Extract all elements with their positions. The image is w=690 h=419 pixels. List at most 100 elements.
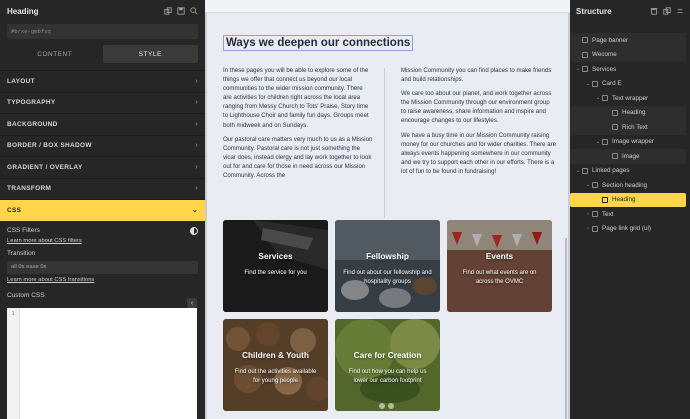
chevron-right-icon[interactable]: ›	[584, 211, 592, 217]
structure-node-label: Rich Text	[622, 123, 648, 131]
card-description: Find out the activities available for yo…	[234, 369, 317, 384]
element-type-icon	[612, 109, 618, 116]
element-type-icon	[602, 138, 608, 145]
transition-input[interactable]: all 0s ease 0s	[7, 260, 198, 274]
structure-node-label: Heading	[612, 196, 636, 204]
structure-node-label: Heading	[622, 109, 646, 117]
linked-pages-section: Ways we deepen our connections In these …	[207, 13, 568, 419]
coffee-cups-image	[335, 220, 440, 312]
chevron-down-icon[interactable]: ⌄	[584, 81, 592, 87]
structure-node[interactable]: ⌄ Services	[570, 62, 690, 77]
chevron-down-icon: ⌄	[191, 207, 198, 215]
bunting-image	[447, 220, 552, 312]
structure-node[interactable]: ⌄ Linked pages	[570, 164, 690, 179]
structure-node-label: Linked pages	[592, 167, 630, 175]
carousel-dot[interactable]	[388, 403, 394, 409]
trash-icon[interactable]	[650, 7, 658, 15]
structure-node[interactable]: › Page link grid (ul)	[570, 222, 690, 237]
canvas-scrollbar[interactable]	[565, 238, 567, 419]
structure-node[interactable]: Image	[570, 149, 686, 164]
transition-label: Transition	[7, 249, 36, 257]
card-title: Children & Youth	[242, 350, 309, 360]
search-icon[interactable]	[190, 7, 198, 15]
structure-node[interactable]: Page banner	[570, 33, 686, 48]
copy-icon[interactable]	[164, 7, 172, 15]
chevron-right-icon: ›	[195, 185, 198, 193]
card-title: Care for Creation	[353, 350, 422, 360]
structure-node-label: Text wrapper	[612, 94, 649, 102]
custom-css-label: Custom CSS	[7, 292, 45, 299]
chevron-down-icon[interactable]: ⌄	[584, 182, 592, 188]
css-filters-link[interactable]: Learn more about CSS filters	[7, 238, 198, 248]
element-type-icon	[582, 66, 588, 73]
carousel-dot[interactable]	[379, 403, 385, 409]
structure-node-label: Services	[592, 65, 617, 73]
chevron-right-icon[interactable]: ›	[584, 226, 592, 232]
card-description: Find out about our fellowship and hospit…	[343, 270, 432, 285]
chevron-down-icon[interactable]: ⌄	[594, 139, 602, 145]
structure-node[interactable]: Heading	[570, 192, 686, 207]
tab-style[interactable]: STYLE	[102, 45, 198, 63]
page-link-card-fellowship[interactable]: Fellowship Find out about our fellowship…	[335, 220, 440, 312]
page-link-card-events[interactable]: Events Find out what events are on acros…	[447, 220, 552, 312]
section-gradient-overlay[interactable]: GRADIENT / OVERLAY ›	[0, 156, 205, 178]
section-transform[interactable]: TRANSFORM ›	[0, 177, 205, 200]
chevron-right-icon: ›	[195, 99, 198, 107]
custom-css-editor[interactable]: 1	[7, 308, 197, 419]
chevron-right-icon: ›	[195, 120, 198, 128]
collapse-all-icon[interactable]	[676, 7, 684, 15]
card-description: Find out how you can help us lower our c…	[348, 369, 427, 384]
structure-node[interactable]: ⌄ Text wrapper	[570, 91, 690, 106]
section-css[interactable]: CSS ⌄	[0, 199, 205, 221]
page-link-card-care-for-creation[interactable]: Care for Creation Find out how you can h…	[335, 319, 440, 411]
css-transitions-link[interactable]: Learn more about CSS transitions	[7, 277, 198, 287]
chevron-down-icon[interactable]: ⌄	[574, 168, 582, 174]
card-title: Events	[485, 251, 514, 261]
element-id-field[interactable]: #brxe-gmbfsq	[7, 24, 198, 39]
collapse-left-icon[interactable]: ‹	[187, 298, 197, 308]
element-type-icon	[612, 153, 618, 160]
chevron-right-icon: ›	[195, 163, 198, 171]
element-type-icon	[612, 124, 618, 131]
copy-icon[interactable]	[663, 7, 671, 15]
structure-node[interactable]: › Text	[570, 207, 690, 222]
save-icon[interactable]	[177, 7, 185, 15]
paragraph: In these pages you will be able to explo…	[223, 67, 369, 129]
structure-node[interactable]: Heading	[570, 105, 686, 120]
teddy-bears-image	[223, 319, 328, 411]
page-link-card-children-youth[interactable]: Children & Youth Find out the activities…	[223, 319, 328, 411]
panel-title: Heading	[7, 6, 39, 16]
element-type-icon	[592, 182, 598, 189]
structure-node[interactable]: ⌄ Card E	[570, 77, 690, 92]
contrast-icon[interactable]	[190, 226, 198, 235]
structure-node[interactable]: Wecome	[570, 47, 686, 62]
section-border-box-shadow[interactable]: BORDER / BOX SHADOW ›	[0, 134, 205, 157]
paragraph: We care too about our planet, and work t…	[401, 90, 552, 125]
structure-node[interactable]: ⌄ Image wrapper	[570, 135, 690, 150]
structure-node-label: Image wrapper	[612, 138, 654, 146]
section-background[interactable]: BACKGROUND ›	[0, 113, 205, 135]
tab-content[interactable]: CONTENT	[7, 45, 103, 63]
element-type-icon	[592, 211, 598, 218]
chevron-down-icon[interactable]: ⌄	[594, 95, 602, 101]
element-type-icon	[602, 196, 608, 203]
page-link-card-services[interactable]: Services Find the service for you	[223, 220, 328, 312]
structure-node[interactable]: Rich Text	[570, 120, 686, 135]
element-type-icon	[582, 167, 588, 174]
element-type-icon	[582, 51, 588, 58]
structure-node-label: Page banner	[592, 36, 629, 44]
structure-tree: Page banner Wecome ⌄ Services ⌄ Card E ⌄ Text w…	[570, 33, 690, 236]
paragraph: Mission Community you can find places to…	[401, 67, 552, 84]
structure-node[interactable]: ⌄ Section heading	[570, 178, 690, 193]
structure-node-label: Section heading	[602, 181, 648, 189]
previous-section-edge	[205, 0, 570, 13]
card-description: Find the service for you	[244, 270, 307, 276]
section-heading[interactable]: Ways we deepen our connections	[223, 35, 414, 51]
panel-header: Heading	[0, 0, 205, 22]
section-typography[interactable]: TYPOGRAPHY ›	[0, 91, 205, 114]
section-layout[interactable]: LAYOUT ›	[0, 70, 205, 92]
bible-image	[223, 220, 328, 312]
structure-node-label: Text	[602, 210, 614, 218]
chevron-down-icon[interactable]: ⌄	[574, 66, 582, 72]
element-type-icon	[602, 95, 608, 102]
